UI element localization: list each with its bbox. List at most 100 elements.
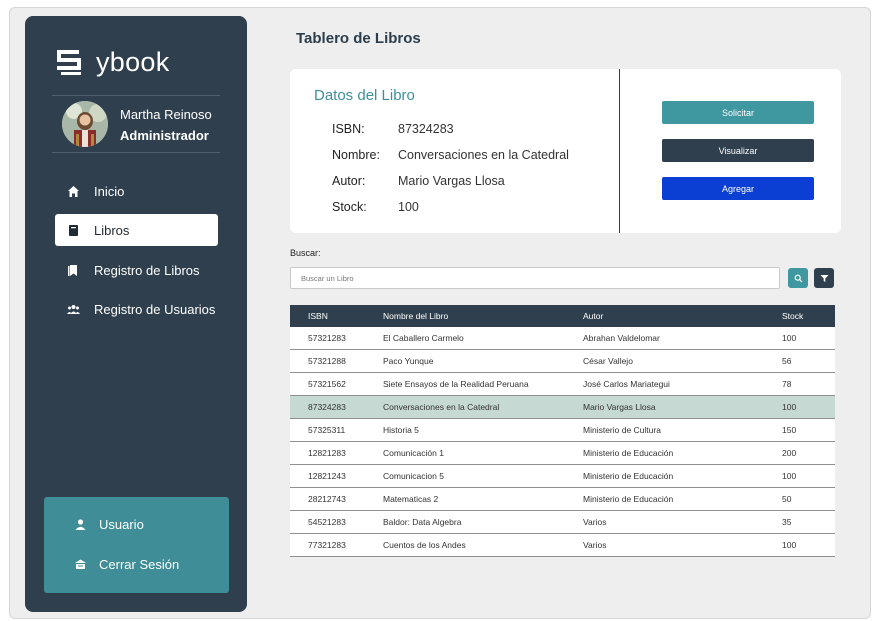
user-icon [75,519,86,530]
author-value: Mario Vargas Llosa [398,174,505,188]
brand-logo: ybook [54,42,170,82]
header-isbn: ISBN [308,311,328,321]
sidebar-item-label: Registro de Libros [94,262,200,278]
cell-stock: 56 [782,356,792,366]
stock-label: Stock: [332,200,367,214]
sidebar-item-libros[interactable]: Libros [55,214,218,246]
cell-isbn: 54521283 [308,517,346,527]
cell-isbn: 28212743 [308,494,346,504]
cell-nombre: Cuentos de los Andes [383,540,466,550]
sidebar-item-label: Libros [94,222,130,238]
author-label: Autor: [332,174,366,188]
name-label: Nombre: [332,148,380,162]
isbn-label: ISBN: [332,122,365,136]
agregar-button[interactable]: Agregar [662,177,814,200]
table-row[interactable]: 57321288 Paco Yunque César Vallejo 56 [290,350,835,373]
cell-stock: 100 [782,540,797,550]
table-row[interactable]: 12821243 Comunicacion 5 Ministerio de Educ… [290,465,835,488]
page-title: Tablero de Libros [296,30,421,47]
table-body: 57321283 El Caballero Carmelo Abrahan Vald… [290,327,835,557]
cell-isbn: 12821243 [308,471,346,481]
cell-nombre: Baldor: Data Algebra [383,517,462,527]
cell-stock: 100 [782,402,797,412]
avatar-image [62,101,108,147]
brand-name: ybook [96,46,170,77]
sidebar-item-label: Inicio [94,183,125,199]
stock-value: 100 [398,200,419,214]
cell-stock: 78 [782,379,792,389]
logout-link[interactable]: Cerrar Sesión [74,557,179,572]
cell-autor: Ministerio de Educación [583,471,674,481]
book-icon [69,224,78,236]
usuario-link[interactable]: Usuario [74,517,144,532]
sidebar-item-registro-libros[interactable]: Registro de Libros [55,254,218,286]
header-autor: Autor [583,311,604,321]
cell-isbn: 57321288 [308,356,346,366]
home-icon [68,185,79,197]
table-row[interactable]: 28212743 Matematicas 2 Ministerio de Educa… [290,488,835,511]
cell-isbn: 57321283 [308,333,346,343]
cell-autor: César Vallejo [583,356,633,366]
book-details-title: Datos del Libro [314,87,415,104]
sidebar-item-label: Registro de Usuarios [94,301,216,317]
table-row[interactable]: 12821283 Comunicación 1 Ministerio de Educ… [290,442,835,465]
filter-button[interactable] [814,268,834,288]
table-row[interactable]: 87324283 Conversaciones en la Catedral Mar… [290,396,835,419]
logout-label: Cerrar Sesión [99,557,180,572]
cell-isbn: 57321562 [308,379,346,389]
cell-nombre: Siete Ensayos de la Realidad Peruana [383,379,529,389]
cell-stock: 150 [782,425,797,435]
usuario-label: Usuario [99,517,144,532]
card-divider [619,69,620,233]
cell-stock: 100 [782,471,797,481]
cell-autor: Ministerio de Educación [583,448,674,458]
cell-nombre: Paco Yunque [383,356,434,366]
avatar [62,101,108,147]
cell-autor: Varios [583,517,607,527]
cell-autor: Mario Vargas Llosa [583,402,656,412]
solicitar-button[interactable]: Solicitar [662,101,814,124]
logout-icon [75,559,86,569]
table-row[interactable]: 54521283 Baldor: Data Algebra Varios 35 [290,511,835,534]
cell-stock: 100 [782,333,797,343]
isbn-value: 87324283 [398,122,454,136]
sidebar-divider [52,152,220,153]
sidebar-item-inicio[interactable]: Inicio [55,175,218,207]
table-row[interactable]: 77321283 Cuentos de los Andes Varios 100 [290,534,835,557]
cell-nombre: El Caballero Carmelo [383,333,464,343]
cell-stock: 35 [782,517,792,527]
table-row[interactable]: 57321562 Siete Ensayos de la Realidad Per… [290,373,835,396]
cell-nombre: Historia 5 [383,425,419,435]
cell-isbn: 77321283 [308,540,346,550]
filter-icon [820,274,828,282]
table-row[interactable]: 57321283 El Caballero Carmelo Abrahan Vald… [290,327,835,350]
cell-isbn: 12821283 [308,448,346,458]
cell-autor: José Carlos Mariategui [583,379,670,389]
cell-stock: 200 [782,448,797,458]
cell-nombre: Comunicacion 5 [383,471,444,481]
search-input[interactable] [290,267,780,289]
table-row[interactable]: 57325311 Historia 5 Ministerio de Cultura 1… [290,419,835,442]
cell-stock: 50 [782,494,792,504]
search-label: Buscar: [290,248,321,258]
cell-isbn: 87324283 [308,402,346,412]
visualizar-button[interactable]: Visualizar [662,139,814,162]
name-value: Conversaciones en la Catedral [398,148,569,162]
book-register-icon [68,264,77,276]
cell-nombre: Conversaciones en la Catedral [383,402,500,412]
cell-autor: Abrahan Valdelomar [583,333,660,343]
table-header-row: ISBN Nombre del Libro Autor Stock [290,305,835,327]
sidebar-item-registro-usuarios[interactable]: Registro de Usuarios [55,293,218,325]
user-role: Administrador [120,128,209,143]
account-panel: Usuario Cerrar Sesión [44,497,229,593]
cell-autor: Varios [583,540,607,550]
books-table: ISBN Nombre del Libro Autor Stock 573212… [290,305,835,557]
cell-autor: Ministerio de Educación [583,494,674,504]
sidebar-divider [52,95,220,96]
header-stock: Stock [782,311,804,321]
cell-autor: Ministerio de Cultura [583,425,661,435]
user-name: Martha Reinoso [120,107,212,122]
search-button[interactable] [788,268,808,288]
header-nombre: Nombre del Libro [383,311,449,321]
users-icon [67,304,80,314]
